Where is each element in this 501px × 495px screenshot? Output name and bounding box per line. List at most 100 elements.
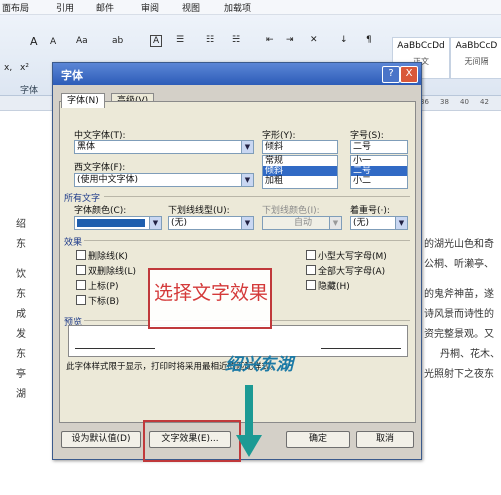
size-input[interactable]: 二号: [350, 140, 408, 154]
western-font-label: 西文字体(F):: [74, 163, 126, 173]
chinese-font-select[interactable]: 黑体 ▼: [74, 140, 254, 154]
strikethrough-label: 删除线(K): [88, 252, 128, 262]
underline-select[interactable]: (无) ▼: [168, 216, 254, 230]
menu-view[interactable]: 视图: [182, 1, 200, 14]
doc-line: 丹桐、花木、: [440, 349, 500, 360]
style-normal-sample: AaBbCcDd: [397, 41, 445, 51]
arrow-shaft: [245, 385, 253, 437]
effects-section: 效果: [64, 238, 83, 248]
size-value: 二号: [353, 142, 372, 152]
help-button[interactable]: ?: [382, 66, 400, 83]
doc-char: 东: [16, 239, 26, 250]
subscript-icon[interactable]: x,: [4, 63, 12, 73]
hidden-label: 隐藏(H): [318, 282, 350, 292]
ruler-mark: 38: [440, 98, 449, 106]
close-button[interactable]: X: [400, 66, 418, 83]
decrease-indent-icon[interactable]: ⇤: [266, 35, 274, 45]
grow-font-button[interactable]: A: [30, 35, 38, 48]
numbering-icon[interactable]: ☷: [206, 35, 214, 45]
style-option[interactable]: 常规: [263, 156, 337, 166]
underline-value: (无): [171, 218, 188, 228]
dialog-title: 字体: [61, 69, 83, 82]
size-option[interactable]: 小一: [351, 156, 407, 166]
hidden-checkbox[interactable]: 隐藏(H): [306, 279, 350, 292]
menu-mailings[interactable]: 邮件: [96, 1, 114, 14]
ok-button[interactable]: 确定: [286, 431, 350, 448]
font-color-select[interactable]: ▼: [74, 216, 162, 230]
chevron-down-icon: ▼: [395, 217, 407, 229]
menu-review[interactable]: 审阅: [141, 1, 159, 14]
doc-char: 东: [16, 289, 26, 300]
strikethrough-checkbox[interactable]: 删除线(K): [76, 249, 128, 262]
double-strikethrough-label: 双删除线(L): [88, 267, 137, 277]
preview-baseline-left: [75, 348, 155, 349]
style-option-selected[interactable]: 倾斜: [263, 166, 337, 176]
sort-icon[interactable]: ↓: [340, 35, 348, 45]
clear-format-button[interactable]: ab: [112, 36, 123, 46]
ruler-mark: 42: [480, 98, 489, 106]
subscript-label: 下标(B): [88, 297, 120, 307]
menu-references[interactable]: 引用: [56, 1, 74, 14]
style-listbox[interactable]: 常规 倾斜 加粗: [262, 155, 338, 189]
color-swatch: [77, 219, 145, 227]
double-strikethrough-checkbox[interactable]: 双删除线(L): [76, 264, 136, 277]
small-caps-label: 小型大写字母(M): [318, 252, 387, 262]
chevron-down-icon: ▼: [241, 217, 253, 229]
tab-font[interactable]: 字体(N): [61, 93, 105, 108]
callout-text: 选择文字效果: [153, 282, 268, 304]
western-font-value: (使用中文字体): [77, 175, 139, 185]
dialog-titlebar[interactable]: 字体 ? X: [53, 63, 421, 85]
font-color-label: 字体颜色(C):: [74, 206, 127, 216]
emphasis-select[interactable]: (无) ▼: [350, 216, 408, 230]
doc-line: 的鬼斧神苗，遂: [424, 289, 494, 300]
superscript-checkbox[interactable]: 上标(P): [76, 279, 118, 292]
small-caps-checkbox[interactable]: 小型大写字母(M): [306, 249, 387, 262]
superscript-label: 上标(P): [88, 282, 119, 292]
cancel-button[interactable]: 取消: [356, 431, 414, 448]
preview-baseline-right: [321, 348, 401, 349]
chevron-down-icon: ▼: [329, 217, 341, 229]
divider: [84, 240, 410, 241]
callout-box: 选择文字效果: [148, 268, 272, 329]
subscript-checkbox[interactable]: 下标(B): [76, 294, 119, 307]
superscript-icon[interactable]: x²: [20, 63, 29, 73]
style-no-spacing[interactable]: AaBbCcD 无间隔: [450, 37, 501, 79]
size-option-selected[interactable]: 二号: [351, 166, 407, 176]
doc-char: 发: [16, 329, 26, 340]
divider: [104, 196, 410, 197]
size-option[interactable]: 小二: [351, 176, 407, 186]
menu-addins[interactable]: 加载项: [224, 1, 251, 14]
chinese-layout-icon[interactable]: ✕: [310, 35, 318, 45]
bullets-icon[interactable]: ☰: [176, 35, 184, 45]
underline-color-value: 自动: [293, 218, 312, 228]
show-marks-icon[interactable]: ¶: [366, 35, 372, 45]
style-value: 倾斜: [265, 142, 284, 152]
shrink-font-button[interactable]: A: [50, 37, 56, 47]
style-no-spacing-sample: AaBbCcD: [455, 41, 498, 51]
chinese-font-value: 黑体: [77, 142, 96, 152]
underline-color-select: 自动 ▼: [262, 216, 342, 230]
doc-char: 亭: [16, 369, 26, 380]
style-input[interactable]: 倾斜: [262, 140, 338, 154]
menu-bar: 面布局 引用 邮件 审阅 视图 加载项: [0, 0, 501, 15]
emphasis-value: (无): [353, 218, 370, 228]
all-caps-checkbox[interactable]: 全部大写字母(A): [306, 264, 385, 277]
multilevel-icon[interactable]: ☵: [232, 35, 240, 45]
set-default-button[interactable]: 设为默认值(D): [61, 431, 141, 448]
doc-char: 饮: [16, 269, 26, 280]
underline-color-label: 下划线颜色(I):: [262, 206, 320, 216]
pointer-arrow-icon: [236, 385, 262, 457]
increase-indent-icon[interactable]: ⇥: [286, 35, 294, 45]
doc-line: 资完整景观。又: [424, 329, 494, 340]
style-no-spacing-label: 无间隔: [464, 57, 489, 66]
change-case-button[interactable]: Aa: [76, 36, 88, 46]
style-option[interactable]: 加粗: [263, 176, 337, 186]
text-effects-highlight: [143, 420, 241, 462]
size-listbox[interactable]: 小一 二号 小二: [350, 155, 408, 189]
char-border-button[interactable]: A: [150, 35, 163, 47]
doc-char: 东: [16, 349, 26, 360]
doc-line: 公桐、听濑亭、: [424, 259, 494, 270]
doc-line: 诗风景而诗性的: [424, 309, 494, 320]
menu-page-layout[interactable]: 面布局: [2, 1, 29, 14]
western-font-select[interactable]: (使用中文字体) ▼: [74, 173, 254, 187]
